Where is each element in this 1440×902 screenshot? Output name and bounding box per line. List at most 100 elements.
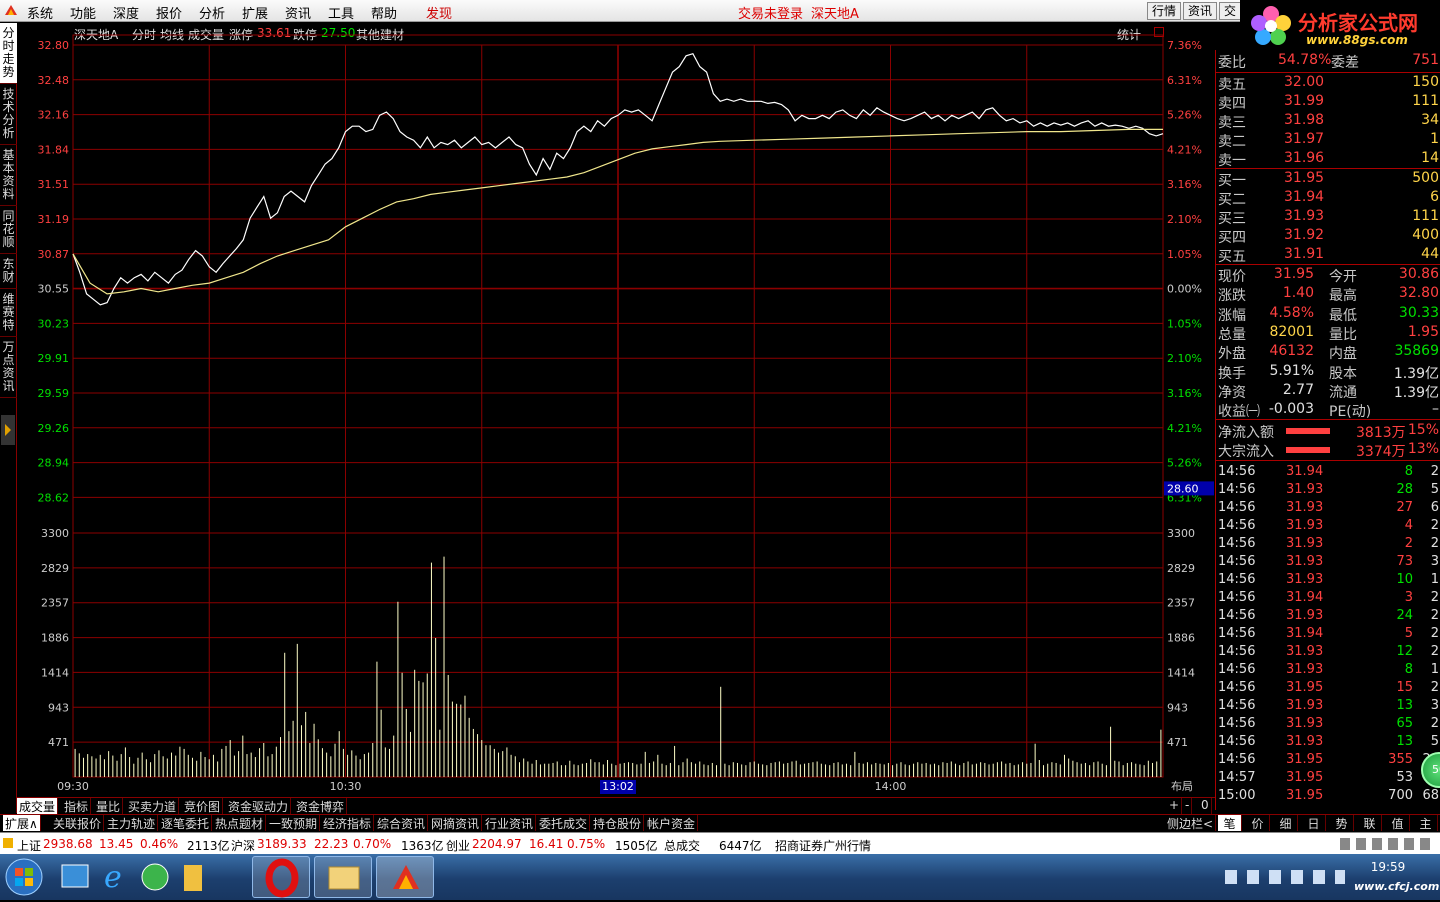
ask-row[interactable]: 卖一 31.96 14: [1216, 150, 1440, 169]
zoom-in-button[interactable]: +: [1167, 798, 1183, 814]
menu-quote[interactable]: 报价: [156, 3, 182, 22]
tab-auction[interactable]: 竞价图: [182, 798, 224, 814]
stat-row[interactable]: 净资 2.77 流通 1.39亿: [1216, 382, 1440, 401]
mini-tab-3[interactable]: 日: [1302, 815, 1326, 831]
stat-row[interactable]: 外盘 46132 内盘 35869: [1216, 343, 1440, 362]
bid-row[interactable]: 买二 31.94 6: [1216, 189, 1440, 208]
ext-tab-10[interactable]: 委托成交: [537, 815, 591, 831]
tick-trade-row[interactable]: 14:56 31.93 24 2: [1216, 608, 1440, 626]
collapse-arrow-icon[interactable]: [1, 415, 15, 445]
tab-weisaite[interactable]: 维赛特: [0, 289, 17, 337]
bid-row[interactable]: 买五 31.91 44: [1216, 246, 1440, 265]
stat-row[interactable]: 现价 31.95 今开 30.86: [1216, 266, 1440, 285]
ask-row[interactable]: 卖四 31.99 111: [1216, 93, 1440, 112]
tab-intraday[interactable]: 分时走势: [0, 23, 17, 84]
tab-volume-ratio[interactable]: 量比: [94, 798, 124, 814]
bid-row[interactable]: 买四 31.92 400: [1216, 227, 1440, 246]
ext-tab-7[interactable]: 综合资讯: [375, 815, 429, 831]
tick-trade-row[interactable]: 14:56 31.94 8 2: [1216, 464, 1440, 482]
trade-login-status[interactable]: 交易未登录: [738, 3, 803, 22]
tab-tonghuashun[interactable]: 同花顺: [0, 206, 17, 254]
zoom-reset-button[interactable]: 0: [1199, 798, 1212, 814]
stat-row[interactable]: 涨跌 1.40 最高 32.80: [1216, 285, 1440, 304]
mini-tab-4[interactable]: 势: [1330, 815, 1354, 831]
ext-tab-8[interactable]: 网摘资讯: [429, 815, 483, 831]
ext-tab-5[interactable]: 一致预期: [267, 815, 321, 831]
ext-tab-6[interactable]: 经济指标: [321, 815, 375, 831]
tick-trade-row[interactable]: 14:56 31.93 2 2: [1216, 536, 1440, 554]
tick-trade-row[interactable]: 14:56 31.93 8 1: [1216, 662, 1440, 680]
mini-tab-1[interactable]: 价: [1246, 815, 1270, 831]
start-button-icon[interactable]: [4, 857, 44, 897]
stat-row[interactable]: 收益㈠ -0.003 PE(动) –: [1216, 401, 1440, 420]
stat-row[interactable]: 总量 82001 量比 1.95: [1216, 324, 1440, 343]
menu-function[interactable]: 功能: [70, 3, 96, 22]
taskbar-clock[interactable]: 19:59: [1368, 860, 1408, 874]
tick-trade-row[interactable]: 14:5731.95539: [1216, 770, 1440, 788]
mini-tab-7[interactable]: 主: [1414, 815, 1438, 831]
tick-trade-row[interactable]: 14:56 31.94 5 2: [1216, 626, 1440, 644]
ext-tab-9[interactable]: 行业资讯: [483, 815, 537, 831]
explorer-folder-icon[interactable]: [176, 859, 214, 895]
side-bar-toggle[interactable]: 侧边栏<: [1165, 815, 1217, 831]
tick-trade-row[interactable]: 14:56 31.93 27 6: [1216, 500, 1440, 518]
show-desktop-icon[interactable]: [56, 859, 94, 895]
tab-wandian[interactable]: 万点资讯: [0, 337, 17, 398]
ext-tab-11[interactable]: 持仓股份: [591, 815, 645, 831]
mini-tab-6[interactable]: 值: [1386, 815, 1410, 831]
taskbar-folder-button[interactable]: [314, 856, 372, 898]
trade-button[interactable]: 交: [1219, 2, 1242, 20]
info-button[interactable]: 资讯: [1183, 2, 1218, 20]
tab-fund-drive[interactable]: 资金驱动力: [226, 798, 292, 814]
menu-depth[interactable]: 深度: [113, 3, 139, 22]
ext-tab-3[interactable]: 逐笔委托: [159, 815, 213, 831]
mini-tab-2[interactable]: 细: [1274, 815, 1298, 831]
ext-tab-4[interactable]: 热点题材: [213, 815, 267, 831]
tray-icons[interactable]: [1340, 838, 1430, 850]
stat-row[interactable]: 换手 5.91% 股本 1.39亿: [1216, 363, 1440, 382]
menu-extend[interactable]: 扩展: [242, 3, 268, 22]
tick-trade-row[interactable]: 14:56 31.93 73 3: [1216, 554, 1440, 572]
menu-analysis[interactable]: 分析: [199, 3, 225, 22]
ext-tab-12[interactable]: 帐户资金: [645, 815, 699, 831]
menu-info[interactable]: 资讯: [285, 3, 311, 22]
tick-trade-row[interactable]: 14:5631.9535526: [1216, 752, 1440, 770]
ext-tab-1[interactable]: 关联报价: [51, 815, 105, 831]
quote-button[interactable]: 行情: [1147, 2, 1182, 20]
zoom-out-button[interactable]: -: [1183, 798, 1193, 814]
tab-dongcai[interactable]: 东财: [0, 254, 17, 289]
mini-tab-0[interactable]: 笔: [1218, 815, 1242, 831]
tab-fundamental[interactable]: 基本资料: [0, 145, 17, 206]
bid-row[interactable]: 买一 31.95 500: [1216, 170, 1440, 189]
menu-system[interactable]: 系统: [27, 3, 53, 22]
tick-trade-row[interactable]: 14:56 31.93 13 5: [1216, 734, 1440, 752]
mini-tab-5[interactable]: 联: [1358, 815, 1382, 831]
tick-trade-row[interactable]: 14:56 31.93 65 2: [1216, 716, 1440, 734]
ask-row[interactable]: 卖五 32.00 150: [1216, 74, 1440, 93]
tab-technical[interactable]: 技术分析: [0, 84, 17, 145]
stat-row[interactable]: 涨幅 4.58% 最低 30.33: [1216, 305, 1440, 324]
menu-tools[interactable]: 工具: [328, 3, 354, 22]
tab-fund-game[interactable]: 资金博弈: [294, 798, 348, 814]
tick-trade-row[interactable]: 14:56 31.93 28 5: [1216, 482, 1440, 500]
tick-trade-row[interactable]: 14:56 31.95 15 2: [1216, 680, 1440, 698]
bid-row[interactable]: 买三 31.93 111: [1216, 208, 1440, 227]
tick-trade-row[interactable]: 14:56 31.93 10 1: [1216, 572, 1440, 590]
taskbar-stock-app-button[interactable]: [376, 856, 434, 898]
tick-trade-row[interactable]: 14:56 31.94 3 2: [1216, 590, 1440, 608]
taskbar-opera-button[interactable]: [252, 856, 310, 898]
menu-discover[interactable]: 发现: [426, 3, 452, 22]
tick-trade-row[interactable]: 14:56 31.93 13 3: [1216, 698, 1440, 716]
tick-trade-row[interactable]: 15:00 31.95 700 68: [1216, 788, 1440, 806]
browser-360-icon[interactable]: [136, 859, 174, 895]
tick-trade-row[interactable]: 14:56 31.93 12 2: [1216, 644, 1440, 662]
ext-tab-0[interactable]: 扩展∧: [3, 815, 41, 831]
ie-browser-icon[interactable]: e: [96, 859, 134, 895]
ext-tab-2[interactable]: 主力轨迹: [105, 815, 159, 831]
ask-row[interactable]: 卖二 31.97 1: [1216, 131, 1440, 150]
tick-trade-row[interactable]: 14:56 31.93 4 2: [1216, 518, 1440, 536]
ask-row[interactable]: 卖三 31.98 34: [1216, 112, 1440, 131]
tab-volume[interactable]: 成交量: [17, 798, 59, 814]
system-tray-icons[interactable]: [1225, 870, 1345, 884]
tab-buy-sell-force[interactable]: 买卖力道: [126, 798, 180, 814]
